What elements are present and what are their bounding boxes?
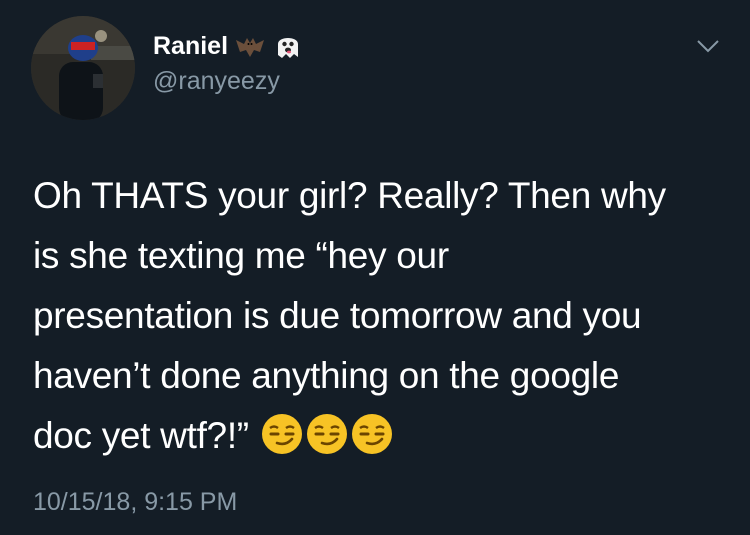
tweet-line: is she texting me “hey our [33,235,449,276]
smirk-face-icon [305,412,349,456]
smirk-face-icon [260,412,304,456]
tweet-card: Raniel @ranyeezy Oh THATS your girl? Rea… [0,0,750,535]
smirk-face-icon [350,412,394,456]
tweet-text: Oh THATS your girl? Really? Then why is … [33,166,733,466]
avatar[interactable] [31,16,135,120]
chevron-down-icon[interactable] [694,36,722,56]
tweet-line: Oh THATS your girl? Really? Then why [33,175,666,216]
bat-icon [234,30,266,62]
ghost-icon [272,30,304,62]
tweet-timestamp[interactable]: 10/15/18, 9:15 PM [33,487,237,517]
name-row: Raniel [153,28,304,64]
tweet-line-last: doc yet wtf?!” [33,406,733,466]
user-handle[interactable]: @ranyeezy [153,66,280,96]
avatar-photo [31,16,135,120]
tweet-line: haven’t done anything on the google [33,355,620,396]
display-name[interactable]: Raniel [153,31,228,61]
tweet-line: presentation is due tomorrow and you [33,295,642,336]
tweet-line: doc yet wtf?!” [33,415,249,456]
